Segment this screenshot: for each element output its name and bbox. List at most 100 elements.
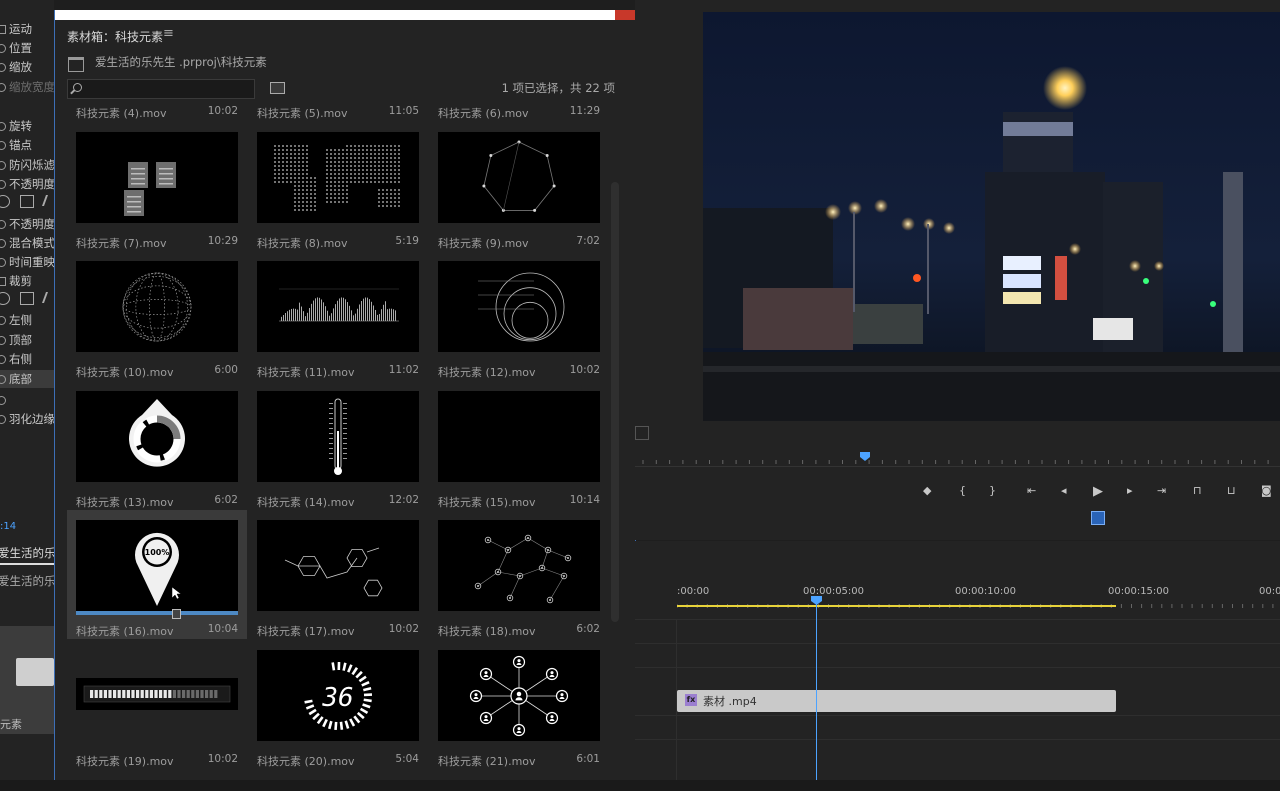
clip-item[interactable]: 科技元素 (18).mov 6:02 — [429, 510, 609, 639]
new-bin-icon[interactable] — [270, 82, 285, 94]
effect-row[interactable]: 混合模式 — [0, 234, 54, 252]
clip-item[interactable]: 科技元素 (14).mov 12:02 — [248, 381, 428, 510]
clip-item[interactable]: 科技元素 (10).mov 6:00 — [67, 251, 247, 380]
stopwatch-icon[interactable] — [0, 83, 6, 92]
stopwatch-icon[interactable] — [0, 141, 6, 150]
clip-item[interactable]: 科技元素 (4).mov 10:02 — [67, 104, 247, 121]
play-icon[interactable]: ▶ — [1093, 484, 1103, 499]
effect-row[interactable]: 顶部 — [0, 331, 54, 349]
bin-scrollbar[interactable] — [611, 182, 619, 622]
clip-thumbnail[interactable] — [76, 131, 238, 223]
stopwatch-icon[interactable] — [0, 375, 6, 384]
search-input[interactable] — [67, 79, 255, 99]
button-editor-icon[interactable] — [1091, 511, 1105, 525]
effect-row[interactable]: 锚点 — [0, 136, 54, 154]
clip-item[interactable]: 科技元素 (15).mov 10:14 — [429, 381, 609, 510]
clip-item[interactable]: 科技元素 (17).mov 10:02 — [248, 510, 428, 639]
marker-icon[interactable]: ◆ — [923, 484, 931, 497]
effect-row[interactable]: 裁剪 — [0, 272, 54, 290]
scrub-handle[interactable] — [172, 609, 181, 619]
effect-row[interactable]: 不透明度 — [0, 215, 54, 233]
ellipse-mask-icon[interactable] — [0, 195, 10, 208]
stopwatch-icon[interactable] — [0, 415, 6, 424]
clip-item[interactable]: 科技元素 (7).mov 10:29 — [67, 122, 247, 251]
effect-row[interactable]: 底部 — [0, 370, 54, 388]
project-tab[interactable]: 爱生活的乐 — [0, 545, 54, 565]
effect-row[interactable]: 不透明度 — [0, 175, 54, 193]
pen-mask-icon[interactable] — [41, 292, 54, 303]
effect-row[interactable]: 旋转 — [0, 117, 54, 135]
clip-thumbnail[interactable] — [257, 131, 419, 223]
effect-row[interactable]: 运动 — [0, 20, 54, 38]
clip-item[interactable]: 科技元素 (11).mov 11:02 — [248, 251, 428, 380]
effect-row[interactable]: 缩放 — [0, 58, 54, 76]
playhead-line[interactable] — [816, 599, 817, 781]
effect-row[interactable]: 缩放宽度 — [0, 78, 54, 96]
ellipse-mask-icon[interactable] — [0, 292, 10, 305]
clip-thumbnail[interactable] — [257, 390, 419, 482]
bin-titlebar[interactable] — [55, 10, 635, 20]
clip-item[interactable]: 36 科技元素 (20).mov 5:04 — [248, 640, 428, 769]
clip-thumbnail[interactable]: 36 — [257, 649, 419, 741]
clip-item[interactable]: 科技元素 (12).mov 10:02 — [429, 251, 609, 380]
timeline-ruler[interactable]: :00:00 00:00:05:00 00:00:10:00 00:00:15:… — [677, 586, 1280, 616]
close-button[interactable] — [615, 10, 635, 20]
stopwatch-icon[interactable] — [0, 396, 6, 405]
scrub-bar[interactable] — [76, 611, 238, 615]
stopwatch-icon[interactable] — [0, 316, 6, 325]
clip-thumbnail[interactable] — [76, 390, 238, 482]
chevron-down-icon[interactable] — [635, 426, 649, 440]
extract-icon[interactable]: ⊔ — [1227, 484, 1236, 497]
stopwatch-icon[interactable] — [0, 258, 6, 267]
clip-item[interactable]: 100% 科技元素 (16).mov 10:04 — [67, 510, 247, 639]
clip-thumbnail[interactable] — [438, 390, 600, 482]
clip-thumbnail[interactable] — [76, 261, 238, 352]
clip-item[interactable]: 科技元素 (13).mov 6:02 — [67, 381, 247, 510]
clip-thumbnail[interactable]: 100% — [76, 520, 238, 611]
clip-thumbnail[interactable] — [438, 131, 600, 223]
stopwatch-icon[interactable] — [0, 336, 6, 345]
clip-thumbnail[interactable] — [438, 649, 600, 741]
effect-row[interactable]: 防闪烁滤 — [0, 156, 54, 174]
clip-item[interactable]: 科技元素 (5).mov 11:05 — [248, 104, 428, 121]
clip-item[interactable]: 科技元素 (8).mov 5:19 — [248, 122, 428, 251]
clip-thumbnail[interactable] — [438, 520, 600, 611]
pen-mask-icon[interactable] — [41, 195, 54, 206]
rectangle-mask-icon[interactable] — [20, 292, 34, 305]
step-forward-icon[interactable]: ▸ — [1127, 484, 1133, 497]
clip-thumbnail[interactable] — [438, 261, 600, 352]
stopwatch-icon[interactable] — [0, 122, 6, 131]
panel-menu-icon[interactable]: ≡ — [163, 26, 174, 41]
clip-item[interactable]: 科技元素 (19).mov 10:02 — [67, 640, 247, 769]
mark-in-icon[interactable]: { — [959, 484, 966, 497]
stopwatch-icon[interactable] — [0, 161, 6, 170]
timeline-clip[interactable]: fx 素材 .mp4 — [677, 690, 1116, 712]
stopwatch-icon[interactable] — [0, 239, 6, 248]
stopwatch-icon[interactable] — [0, 220, 6, 229]
work-area-bar[interactable] — [677, 605, 1116, 607]
lift-icon[interactable]: ⊓ — [1193, 484, 1202, 497]
stopwatch-icon[interactable] — [0, 63, 6, 72]
effect-row[interactable]: 时间重映射 — [0, 253, 54, 271]
parent-folder-icon[interactable] — [68, 57, 84, 72]
go-to-out-icon[interactable]: ⇥ — [1157, 484, 1166, 497]
clip-item[interactable]: 科技元素 (21).mov 6:01 — [429, 640, 609, 769]
clip-thumbnail[interactable] — [76, 649, 238, 741]
mark-out-icon[interactable]: } — [989, 484, 996, 497]
monitor-time-ruler[interactable] — [639, 452, 1280, 466]
bin-thumbnail[interactable]: 元素 — [0, 626, 54, 734]
stopwatch-icon[interactable] — [0, 355, 6, 364]
effect-row[interactable] — [0, 391, 54, 409]
step-back-icon[interactable]: ◂ — [1061, 484, 1067, 497]
clip-thumbnail[interactable] — [257, 520, 419, 611]
go-to-in-icon[interactable]: ⇤ — [1027, 484, 1036, 497]
rectangle-mask-icon[interactable] — [20, 195, 34, 208]
effect-row[interactable]: 左侧 — [0, 311, 54, 329]
clip-item[interactable]: 科技元素 (6).mov 11:29 — [429, 104, 609, 121]
effect-row[interactable]: 羽化边缘 — [0, 410, 54, 428]
effect-row[interactable]: 右侧 — [0, 350, 54, 368]
clip-item[interactable]: 科技元素 (9).mov 7:02 — [429, 122, 609, 251]
clip-thumbnail[interactable] — [257, 261, 419, 352]
stopwatch-icon[interactable] — [0, 180, 6, 189]
effect-row[interactable]: 位置 — [0, 39, 54, 57]
